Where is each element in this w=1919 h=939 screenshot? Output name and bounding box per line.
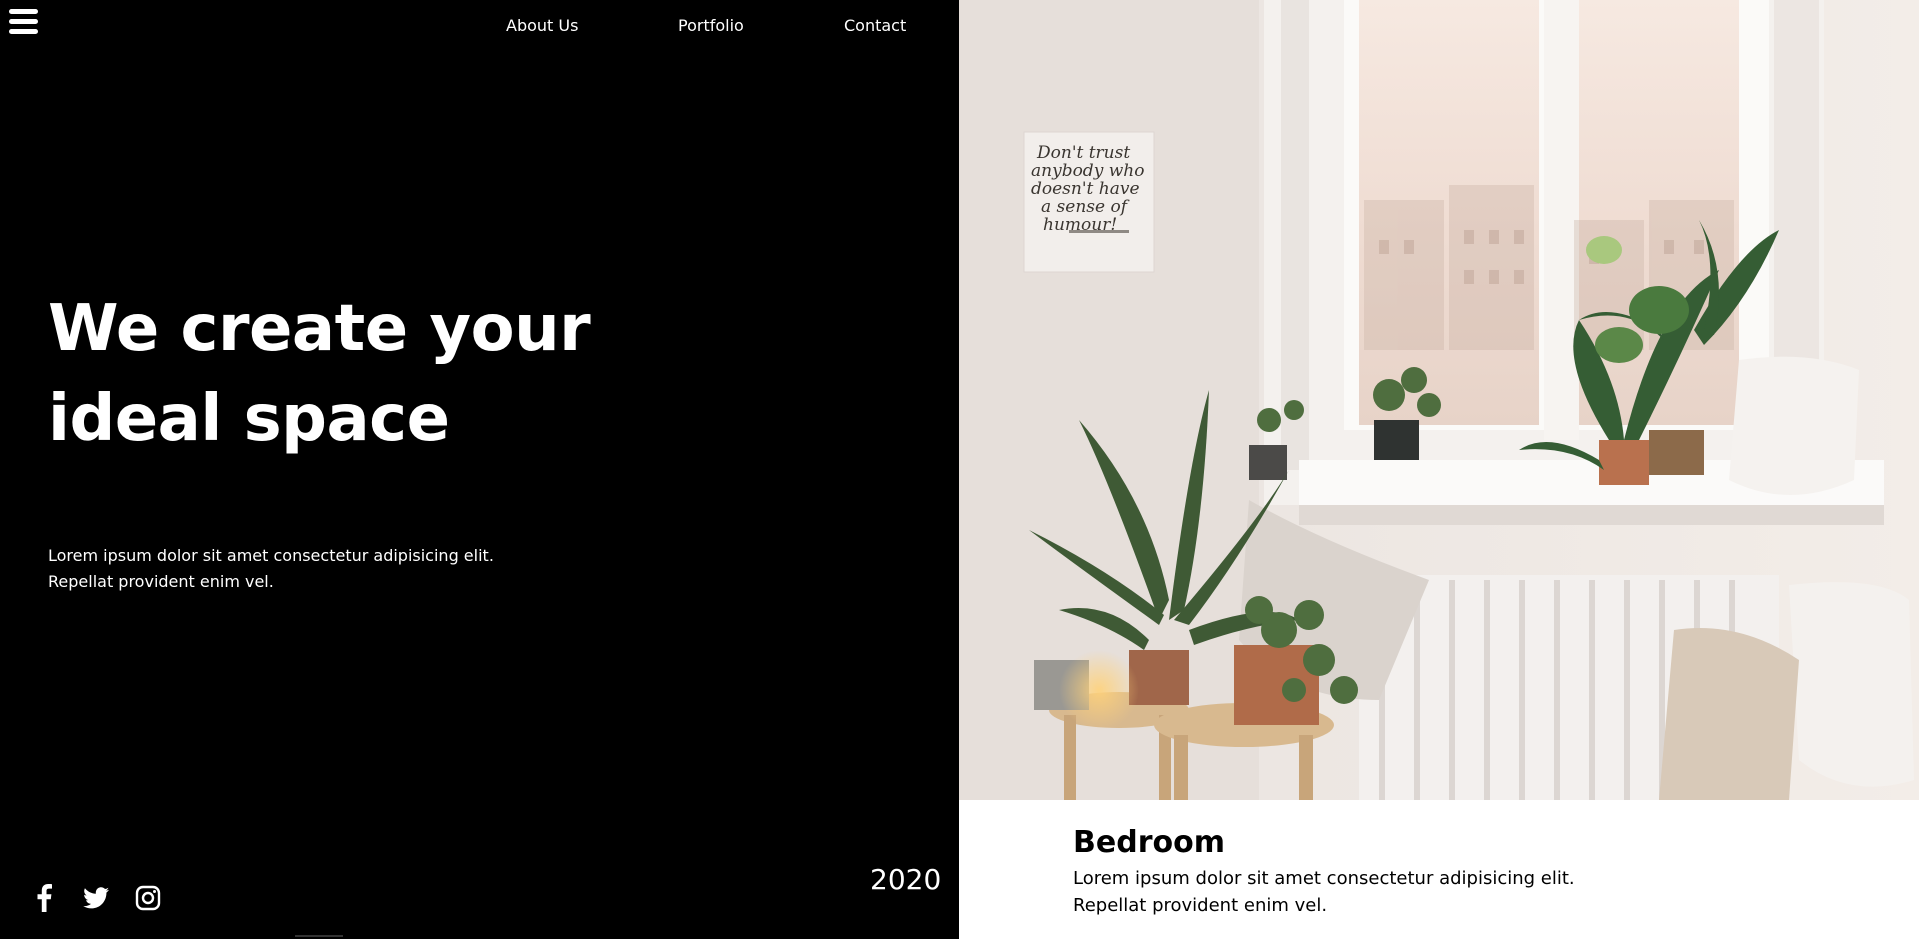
svg-text:anybody who: anybody who <box>1031 161 1144 181</box>
caption-description-line-1: Lorem ipsum dolor sit amet consectetur a… <box>1073 868 1575 889</box>
nav-contact[interactable]: Contact <box>844 16 906 35</box>
caption-description: Lorem ipsum dolor sit amet consectetur a… <box>1073 865 1633 919</box>
svg-text:a sense of: a sense of <box>1041 197 1130 217</box>
feature-caption: Bedroom Lorem ipsum dolor sit amet conse… <box>959 800 1919 939</box>
hero-title-line-2: ideal space <box>48 382 450 456</box>
scroll-indicator <box>295 935 343 937</box>
hero-description-line-1: Lorem ipsum dolor sit amet consectetur a… <box>48 546 494 565</box>
caption-title: Bedroom <box>1073 825 1225 860</box>
caption-description-line-2: Repellat provident enim vel. <box>1073 895 1328 916</box>
nav-portfolio[interactable]: Portfolio <box>678 16 744 35</box>
facebook-icon[interactable] <box>28 882 60 914</box>
twitter-icon[interactable] <box>80 882 112 914</box>
social-links <box>28 882 184 914</box>
nav-about-us[interactable]: About Us <box>506 16 578 35</box>
bedroom-photo: Don't trust anybody who doesn't have a s… <box>959 0 1919 800</box>
left-panel: About Us Portfolio Contact We create you… <box>0 0 959 939</box>
hero-title-line-1: We create your <box>48 292 591 366</box>
instagram-icon[interactable] <box>132 882 164 914</box>
hero-description: Lorem ipsum dolor sit amet consectetur a… <box>48 543 568 595</box>
hero-title: We create your ideal space <box>48 284 668 464</box>
year-label: 2020 <box>870 863 942 896</box>
hero-description-line-2: Repellat provident enim vel. <box>48 572 274 591</box>
svg-text:doesn't have: doesn't have <box>1031 179 1140 199</box>
feature-panel: Don't trust anybody who doesn't have a s… <box>959 0 1919 939</box>
svg-text:Don't trust: Don't trust <box>1036 143 1130 163</box>
top-nav: About Us Portfolio Contact <box>0 16 959 40</box>
